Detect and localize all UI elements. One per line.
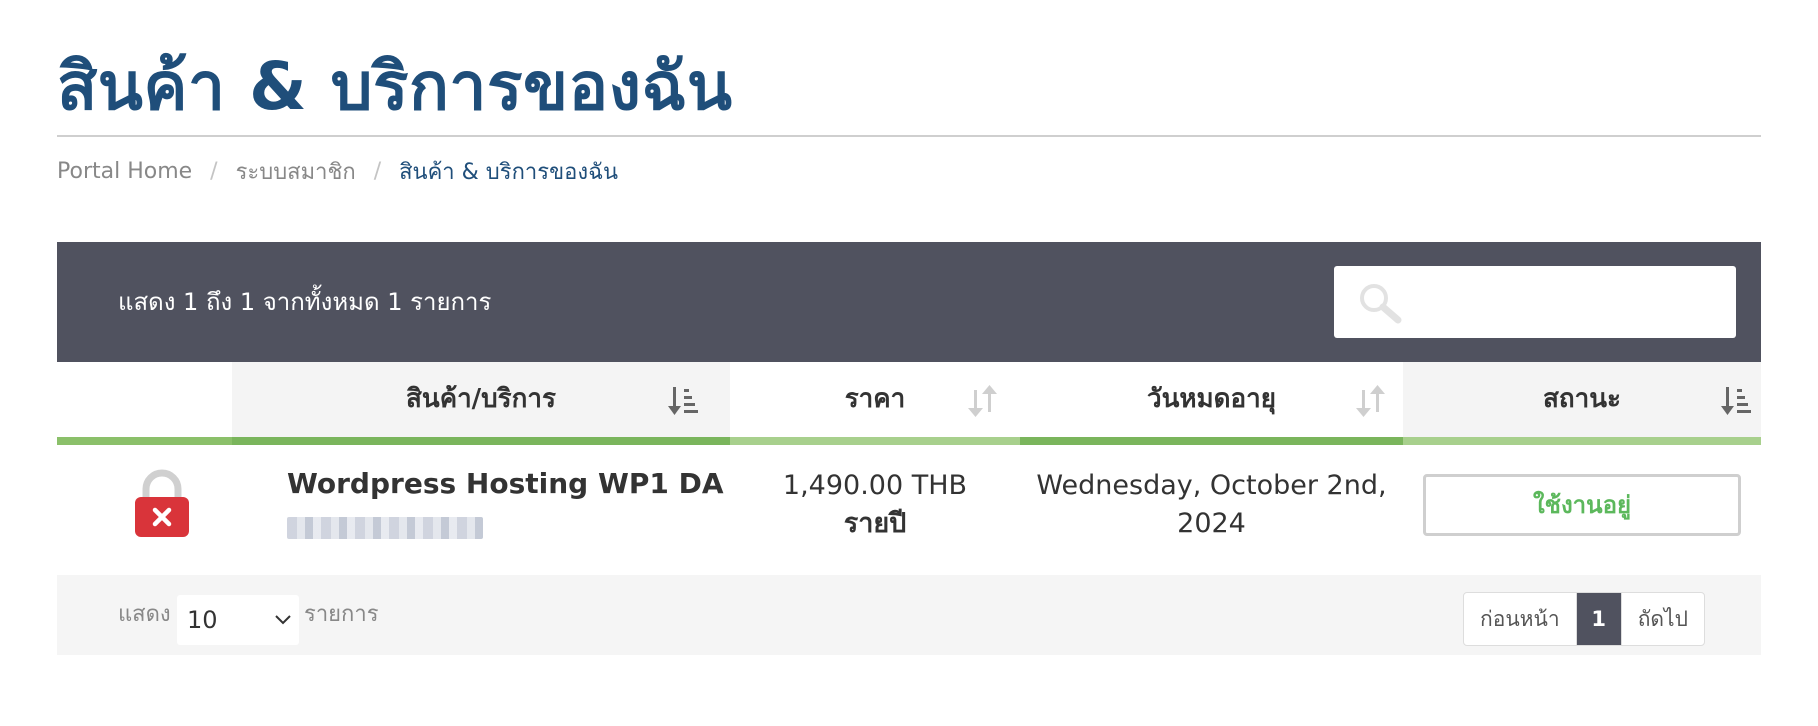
sort-amount-down-icon[interactable] [1721, 384, 1751, 418]
breadcrumb-current: สินค้า & บริการของฉัน [399, 159, 619, 185]
column-header-due-date[interactable]: วันหมดอายุ [1020, 362, 1403, 445]
breadcrumb-separator: / [210, 158, 218, 184]
page-1-button[interactable]: 1 [1576, 593, 1621, 645]
column-header-product[interactable]: สินค้า/บริการ [232, 362, 730, 445]
column-label: สถานะ [1543, 384, 1621, 414]
show-label: แสดง [118, 602, 171, 627]
table-footer: แสดง 10 รายการ ก่อนหน้า 1 ถัดไป [57, 575, 1761, 655]
table-row[interactable]: Wordpress Hosting WP1 DA 1,490.00 THB รา… [57, 445, 1761, 575]
next-page-button[interactable]: ถัดไป [1620, 593, 1704, 645]
title-divider [57, 135, 1761, 137]
redacted-domain [287, 517, 483, 539]
search-icon [1360, 284, 1402, 324]
previous-page-button[interactable]: ก่อนหน้า [1464, 593, 1577, 645]
column-underline [1020, 437, 1403, 445]
breadcrumb-portal-home[interactable]: Portal Home [57, 159, 192, 184]
price-amount: 1,490.00 THB [782, 470, 968, 501]
breadcrumb-client-area[interactable]: ระบบสมาชิก [236, 154, 356, 189]
product-name[interactable]: Wordpress Hosting WP1 DA [287, 467, 724, 500]
chevron-down-icon [275, 615, 291, 625]
ssl-lock-icon [135, 469, 189, 537]
sort-amount-down-icon[interactable] [668, 384, 698, 418]
column-header-price[interactable]: ราคา [730, 362, 1020, 445]
column-header-status[interactable]: สถานะ [1403, 362, 1761, 445]
column-underline [1403, 437, 1761, 445]
column-label [57, 362, 232, 437]
column-underline [57, 437, 232, 445]
status-badge: ใช้งานอยู่ [1423, 474, 1741, 536]
sort-icon[interactable] [968, 384, 998, 418]
table-info: แสดง 1 ถึง 1 จากทั้งหมด 1 รายการ [118, 288, 492, 316]
pagination: ก่อนหน้า 1 ถัดไป [1463, 592, 1705, 646]
table-toolbar: แสดง 1 ถึง 1 จากทั้งหมด 1 รายการ [57, 242, 1761, 362]
price-cell: 1,490.00 THB รายปี [730, 467, 1020, 543]
column-underline [730, 437, 1020, 445]
column-header-icon [57, 362, 232, 445]
search-box[interactable] [1334, 266, 1736, 340]
search-input[interactable] [1414, 266, 1718, 340]
page-size-value: 10 [187, 606, 218, 634]
page-size-select[interactable]: 10 [177, 595, 299, 645]
page-container: สินค้า & บริการของฉัน Portal Home / ระบบ… [57, 0, 1761, 726]
billing-cycle: รายปี [843, 508, 907, 539]
breadcrumb: Portal Home / ระบบสมาชิก / สินค้า & บริก… [57, 153, 618, 189]
column-underline [232, 437, 730, 445]
due-date: Wednesday, October 2nd, 2024 [1036, 470, 1387, 539]
breadcrumb-separator: / [373, 158, 382, 184]
sort-icon[interactable] [1356, 384, 1386, 418]
entries-label: รายการ [304, 602, 379, 627]
column-label: วันหมดอายุ [1147, 384, 1276, 414]
column-label: สินค้า/บริการ [406, 384, 556, 414]
page-title: สินค้า & บริการของฉัน [57, 48, 733, 125]
